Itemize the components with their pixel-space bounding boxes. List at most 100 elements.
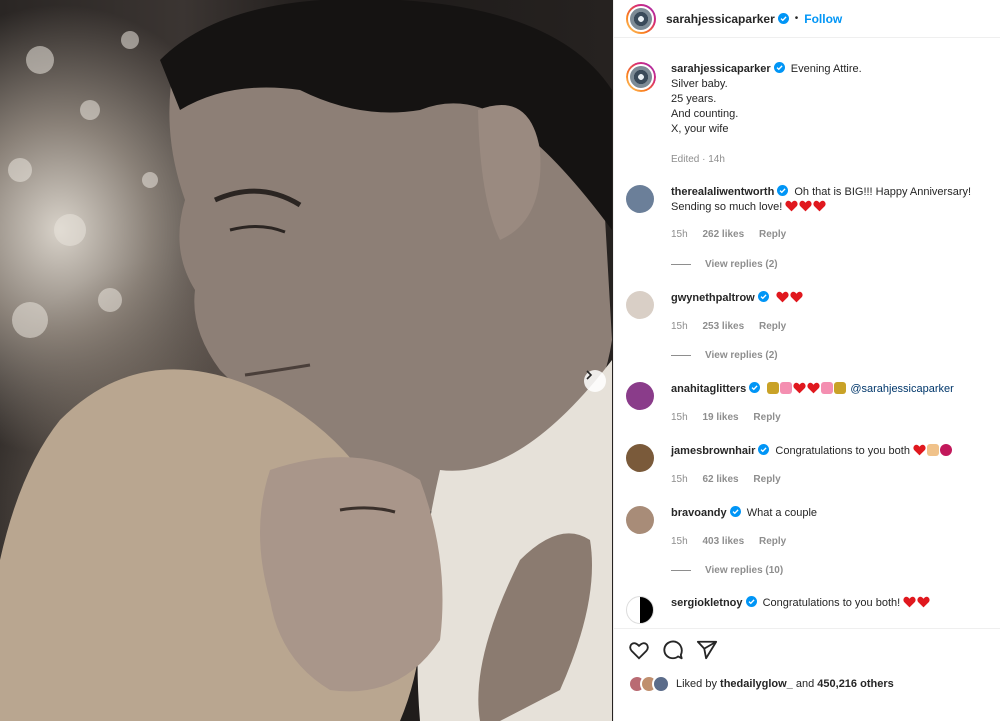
comment-meta: 15h 403 likes Reply [671, 536, 798, 547]
caption-edited: Edited · 14h [671, 154, 725, 165]
comment-time: 15h [671, 229, 688, 240]
carousel-next-button[interactable] [584, 370, 606, 392]
red-heart-emoji [813, 200, 826, 212]
view-replies-button[interactable]: View replies (2) [671, 350, 778, 361]
liked-by-user[interactable]: thedailyglow_ [720, 678, 793, 690]
comment-username[interactable]: bravoandy [671, 507, 727, 519]
post-photo[interactable] [0, 0, 613, 721]
caption-line: Silver baby. [671, 78, 728, 90]
comment-time: 15h [671, 321, 688, 332]
verified-badge-icon [745, 596, 757, 607]
red-heart-emoji [785, 200, 798, 212]
caption-text: sarahjessicaparker Evening Attire. Silve… [671, 62, 992, 137]
sparkles-emoji [767, 382, 780, 394]
comment-avatar[interactable] [626, 382, 654, 410]
comments-list[interactable]: sarahjessicaparker Evening Attire. Silve… [614, 39, 1000, 624]
follow-button[interactable]: Follow [804, 12, 842, 26]
liked-by-count[interactable]: 450,216 others [817, 678, 893, 690]
comment-text: therealaliwentworth Oh that is BIG!!! Ha… [671, 185, 992, 215]
comment-username[interactable]: jamesbrownhair [671, 445, 755, 457]
comment-meta: 15h 19 likes Reply [671, 412, 793, 423]
comment-likes[interactable]: 62 likes [702, 474, 738, 485]
avatar [652, 675, 670, 693]
comment-username[interactable]: anahitaglitters [671, 383, 746, 395]
post-header: sarahjessicaparker • Follow [614, 0, 1000, 38]
reply-button[interactable]: Reply [759, 229, 786, 240]
comment-body: Congratulations to you both [775, 445, 910, 457]
cherry-blossom-emoji [821, 382, 834, 394]
comment-text: bravoandy What a couple [671, 506, 992, 521]
share-icon[interactable] [696, 639, 718, 661]
liked-by-avatars[interactable] [628, 675, 670, 693]
red-heart-emoji [799, 200, 812, 212]
author-avatar-small[interactable] [626, 62, 656, 92]
post-side-panel: sarahjessicaparker • Follow sarahjessica… [613, 0, 1000, 721]
comment-text: anahitaglitters @sarahjessicaparker [671, 382, 992, 397]
verified-badge-icon [729, 506, 741, 517]
comment-meta: 15h 262 likes Reply [671, 229, 798, 240]
view-replies-label: View replies (2) [705, 350, 778, 361]
comment-meta: 15h 62 likes Reply [671, 474, 793, 485]
comment-avatar[interactable] [626, 596, 654, 624]
heart-icon[interactable] [628, 639, 650, 661]
comment-likes[interactable]: 262 likes [702, 229, 744, 240]
couple-photo-illustration [0, 0, 612, 721]
caption-username[interactable]: sarahjessicaparker [671, 63, 771, 75]
red-heart-emoji [790, 291, 803, 303]
heart-with-ribbon-emoji [913, 444, 926, 456]
reply-button[interactable]: Reply [759, 321, 786, 332]
red-heart-emoji [903, 596, 916, 608]
comment-avatar[interactable] [626, 185, 654, 213]
author-avatar[interactable] [626, 3, 656, 34]
comment-text: jamesbrownhair Congratulations to you bo… [671, 444, 992, 459]
separator-dot: • [794, 13, 799, 24]
liked-by: Liked by thedailyglow_ and 450,216 other… [628, 672, 894, 696]
verified-badge-icon [773, 62, 785, 73]
comment-likes[interactable]: 403 likes [702, 536, 744, 547]
comment-likes[interactable]: 19 likes [702, 412, 738, 423]
comment-avatar[interactable] [626, 291, 654, 319]
view-replies-button[interactable]: View replies (2) [671, 259, 778, 270]
comment-body: Oh that is BIG!!! Happy Anniversary! [794, 186, 972, 198]
action-bar [614, 628, 1000, 668]
comment-username[interactable]: therealaliwentworth [671, 186, 774, 198]
caption-line: 25 years. [671, 93, 717, 105]
verified-badge-icon [749, 382, 761, 393]
caption-line: Evening Attire. [790, 63, 862, 75]
comment-avatar[interactable] [626, 444, 654, 472]
comment-avatar[interactable] [626, 506, 654, 534]
mention-link[interactable]: @sarahjessicaparker [850, 383, 954, 395]
verified-badge-icon [777, 185, 789, 196]
comment-time: 15h [671, 474, 688, 485]
view-replies-label: View replies (10) [705, 565, 784, 576]
red-heart-emoji [807, 382, 820, 394]
comment-time: 15h [671, 536, 688, 547]
comment-body: What a couple [746, 507, 818, 519]
comment-text: sergiokletnoy Congratulations to you bot… [671, 596, 992, 611]
author-username[interactable]: sarahjessicaparker [666, 12, 775, 26]
reply-button[interactable]: Reply [759, 536, 786, 547]
red-heart-emoji [776, 291, 789, 303]
comment-body: Congratulations to you both! [762, 597, 901, 609]
verified-badge-icon [758, 444, 770, 455]
comment-text: gwynethpaltrow [671, 291, 992, 306]
comment-username[interactable]: gwynethpaltrow [671, 292, 755, 304]
reply-button[interactable]: Reply [753, 412, 780, 423]
liked-by-and: and [795, 678, 815, 690]
cherry-blossom-emoji [780, 382, 793, 394]
view-replies-button[interactable]: View replies (10) [671, 565, 783, 576]
folded-hands-emoji [927, 444, 940, 456]
reply-button[interactable]: Reply [753, 474, 780, 485]
comment-icon[interactable] [662, 639, 684, 661]
comment-meta: 15h 253 likes Reply [671, 321, 798, 332]
verified-badge-icon [757, 291, 769, 302]
comment-likes[interactable]: 253 likes [702, 321, 744, 332]
red-heart-emoji [917, 596, 930, 608]
comment-username[interactable]: sergiokletnoy [671, 597, 743, 609]
liked-by-prefix: Liked by [676, 678, 717, 690]
chevron-right-icon [586, 370, 593, 380]
caption-line: And counting. [671, 108, 739, 120]
sparkles-emoji [834, 382, 847, 394]
red-heart-emoji [793, 382, 806, 394]
comment-time: 15h [671, 412, 688, 423]
